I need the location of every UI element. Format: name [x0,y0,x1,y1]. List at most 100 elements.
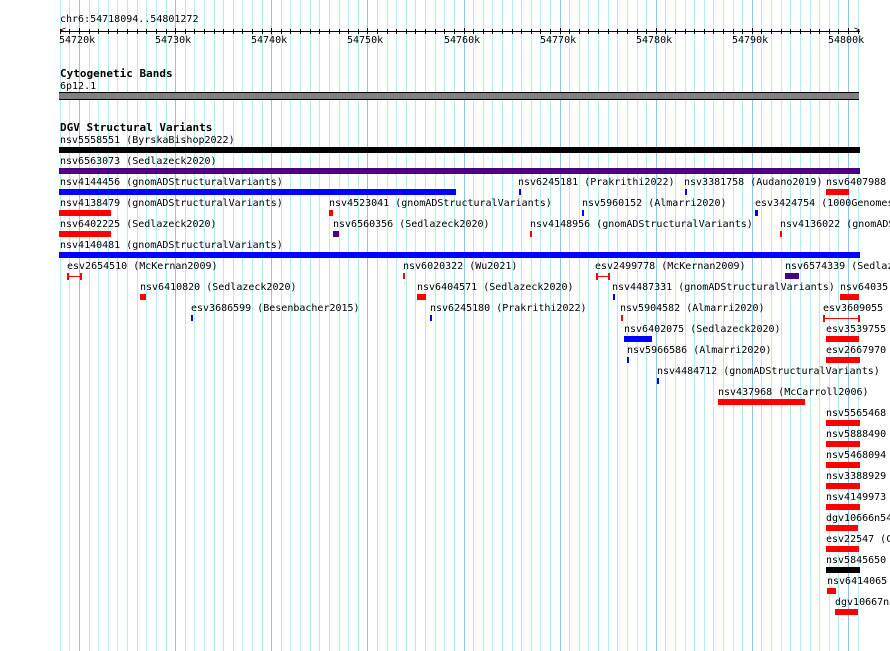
variant-bar[interactable] [718,399,805,405]
variant-label: nsv5966586 (Almarri2020) [627,345,772,356]
variant-bar[interactable] [826,567,860,573]
ruler-tick [127,29,128,34]
variant-bar[interactable] [755,210,758,216]
ruler-tick [290,29,291,34]
variant-label: nsv6563073 (Sedlazeck2020) [60,156,217,167]
variant-bar[interactable] [826,357,860,363]
variant-bar[interactable] [59,252,860,258]
ruler-tick [146,29,147,34]
variant-bar[interactable] [67,273,82,280]
ruler-tick [319,29,320,34]
variant-bar[interactable] [826,441,860,447]
ruler-tick [60,29,61,34]
ruler-tick [137,29,138,34]
variant-bar[interactable] [823,315,860,322]
ruler-tick [521,29,522,34]
variant-bar[interactable] [613,294,615,300]
ruler-tick [271,28,272,34]
ruler-tick [89,29,90,34]
ruler-tick [473,29,474,34]
variant-bar[interactable] [827,588,836,594]
ruler-tick [771,29,772,34]
variant-bar[interactable] [780,231,782,237]
variant-bar[interactable] [430,315,432,321]
variant-bar[interactable] [59,189,456,195]
variant-label: nsv6020322 (Wu2021) [403,261,518,272]
variant-label: nsv64035 [840,282,889,293]
ruler-tick [560,28,561,34]
ruler-tick [233,29,234,34]
variant-bar[interactable] [59,231,111,237]
track-title: DGV Structural Variants [60,121,213,134]
variant-bar[interactable] [140,294,146,300]
ruler-tick [214,29,215,34]
ruler-tick [646,29,647,34]
ruler-tick-label: 54720k [59,35,96,46]
variant-bar[interactable] [624,336,652,342]
variant-bar[interactable] [826,336,859,342]
variant-bar[interactable] [329,210,333,216]
variant-bar[interactable] [59,210,111,216]
ruler-tick [310,29,311,34]
variant-label: nsv437968 (McCarroll2006) [718,387,869,398]
variant-bar[interactable] [582,210,584,216]
ruler-tick [608,29,609,34]
variant-bar[interactable] [835,609,858,615]
variant-label: esv3539755 [826,324,887,335]
ruler-tick [675,29,676,34]
ruler-tick [569,29,570,34]
ruler-tick [339,29,340,34]
ruler-tick [464,28,465,34]
variant-bar[interactable] [333,231,339,237]
variant-label: nsv4138479 (gnomADStructuralVariants) [60,198,283,209]
ruler-tick [665,29,666,34]
variant-label: nsv6574339 (Sedlaz [785,261,890,272]
ruler-tick [819,29,820,34]
variant-label: nsv5960152 (Almarri2020) [582,198,727,209]
variant-bar[interactable] [826,420,860,426]
ruler-tick [704,29,705,34]
ruler-tick [194,29,195,34]
variant-bar[interactable] [826,546,859,552]
variant-bar[interactable] [621,315,623,321]
variant-bar[interactable] [657,378,659,384]
track-title: Cytogenetic Bands [60,67,173,80]
ruler-tick [502,29,503,34]
variant-bar[interactable] [59,147,860,153]
variant-label: nsv6560356 (Sedlazeck2020) [333,219,490,230]
variant-label: nsv3381758 (Audano2019) [684,177,823,188]
variant-label: dgv10666n54 [826,513,890,524]
ruler-tick [281,29,282,34]
ruler-tick [694,29,695,34]
variant-label: nsv4484712 (gnomADStructuralVariants) [657,366,880,377]
variant-label: nsv6407988 [826,177,887,188]
variant-label: nsv6245180 (Prakrithi2022) [430,303,587,314]
variant-bar[interactable] [417,294,426,300]
variant-bar[interactable] [519,189,521,195]
variant-bar[interactable] [685,189,687,195]
variant-bar[interactable] [403,273,405,279]
ruler-tick [108,29,109,34]
variant-bar[interactable] [530,231,532,237]
ruler-tick [579,29,580,34]
variant-bar[interactable] [826,483,860,489]
variant-label: nsv6402225 (Sedlazeck2020) [60,219,217,230]
variant-bar[interactable] [826,462,860,468]
variant-bar[interactable] [627,357,629,363]
variant-bar[interactable] [785,273,799,279]
variant-bar[interactable] [596,273,610,280]
variant-bar[interactable] [59,168,860,174]
variant-bar[interactable] [826,525,858,531]
variant-bar[interactable] [826,504,860,510]
ruler-tick [377,29,378,34]
ruler-tick [810,29,811,34]
ruler-tick [175,28,176,34]
ruler-tick [492,29,493,34]
band-bar[interactable] [59,92,859,100]
variant-bar[interactable] [840,294,859,300]
variant-bar[interactable] [826,189,849,195]
ruler-tick [262,29,263,34]
ruler-tick [185,29,186,34]
ruler-tick [512,29,513,34]
variant-bar[interactable] [191,315,193,321]
